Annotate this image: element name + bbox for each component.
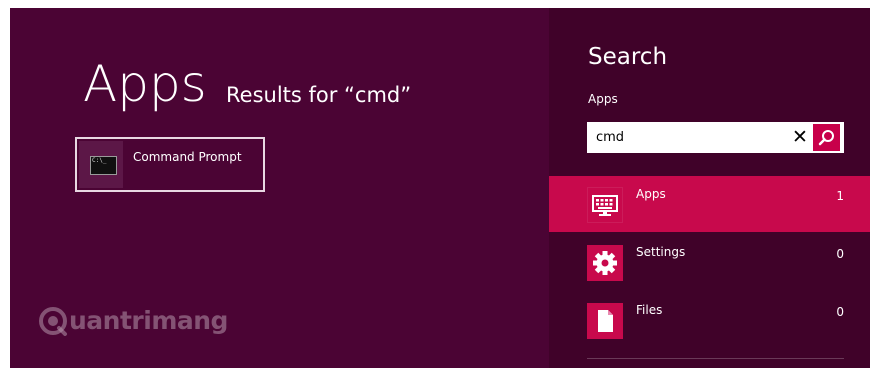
search-icon <box>818 130 834 146</box>
result-command-prompt[interactable]: C:\_ Command Prompt <box>75 137 265 192</box>
filter-count: 1 <box>836 189 844 203</box>
page-title: Apps <box>83 55 207 113</box>
search-pane: Search Apps ✕ <box>549 8 870 368</box>
result-icon-tile: C:\_ <box>79 141 123 188</box>
windows-start-screen: Apps Results for “cmd” C:\_ Command Prom… <box>10 8 870 368</box>
apps-keyboard-icon <box>587 187 623 223</box>
filter-label: Files <box>636 303 663 317</box>
filter-apps[interactable]: Apps 1 <box>549 176 870 232</box>
filter-count: 0 <box>836 305 844 319</box>
filter-count: 0 <box>836 247 844 261</box>
results-area: Apps Results for “cmd” C:\_ Command Prom… <box>10 8 549 368</box>
search-input[interactable] <box>587 122 792 153</box>
filter-label: Settings <box>636 245 686 259</box>
search-box: ✕ <box>587 122 844 153</box>
search-title: Search <box>588 44 668 70</box>
watermark-logo-icon <box>39 307 67 336</box>
watermark-text: uantrimang <box>69 306 228 335</box>
filter-label: Apps <box>636 187 666 201</box>
search-button[interactable] <box>813 124 840 151</box>
search-scope-label: Apps <box>588 92 618 106</box>
results-subtitle: Results for “cmd” <box>226 83 412 107</box>
result-label: Command Prompt <box>133 150 242 164</box>
divider <box>587 358 844 359</box>
file-icon <box>587 303 623 339</box>
filter-settings[interactable]: Settings 0 <box>549 234 870 290</box>
cmd-icon: C:\_ <box>90 156 117 175</box>
settings-gear-icon <box>587 245 623 281</box>
clear-search-button[interactable]: ✕ <box>790 127 810 147</box>
filter-files[interactable]: Files 0 <box>549 292 870 348</box>
